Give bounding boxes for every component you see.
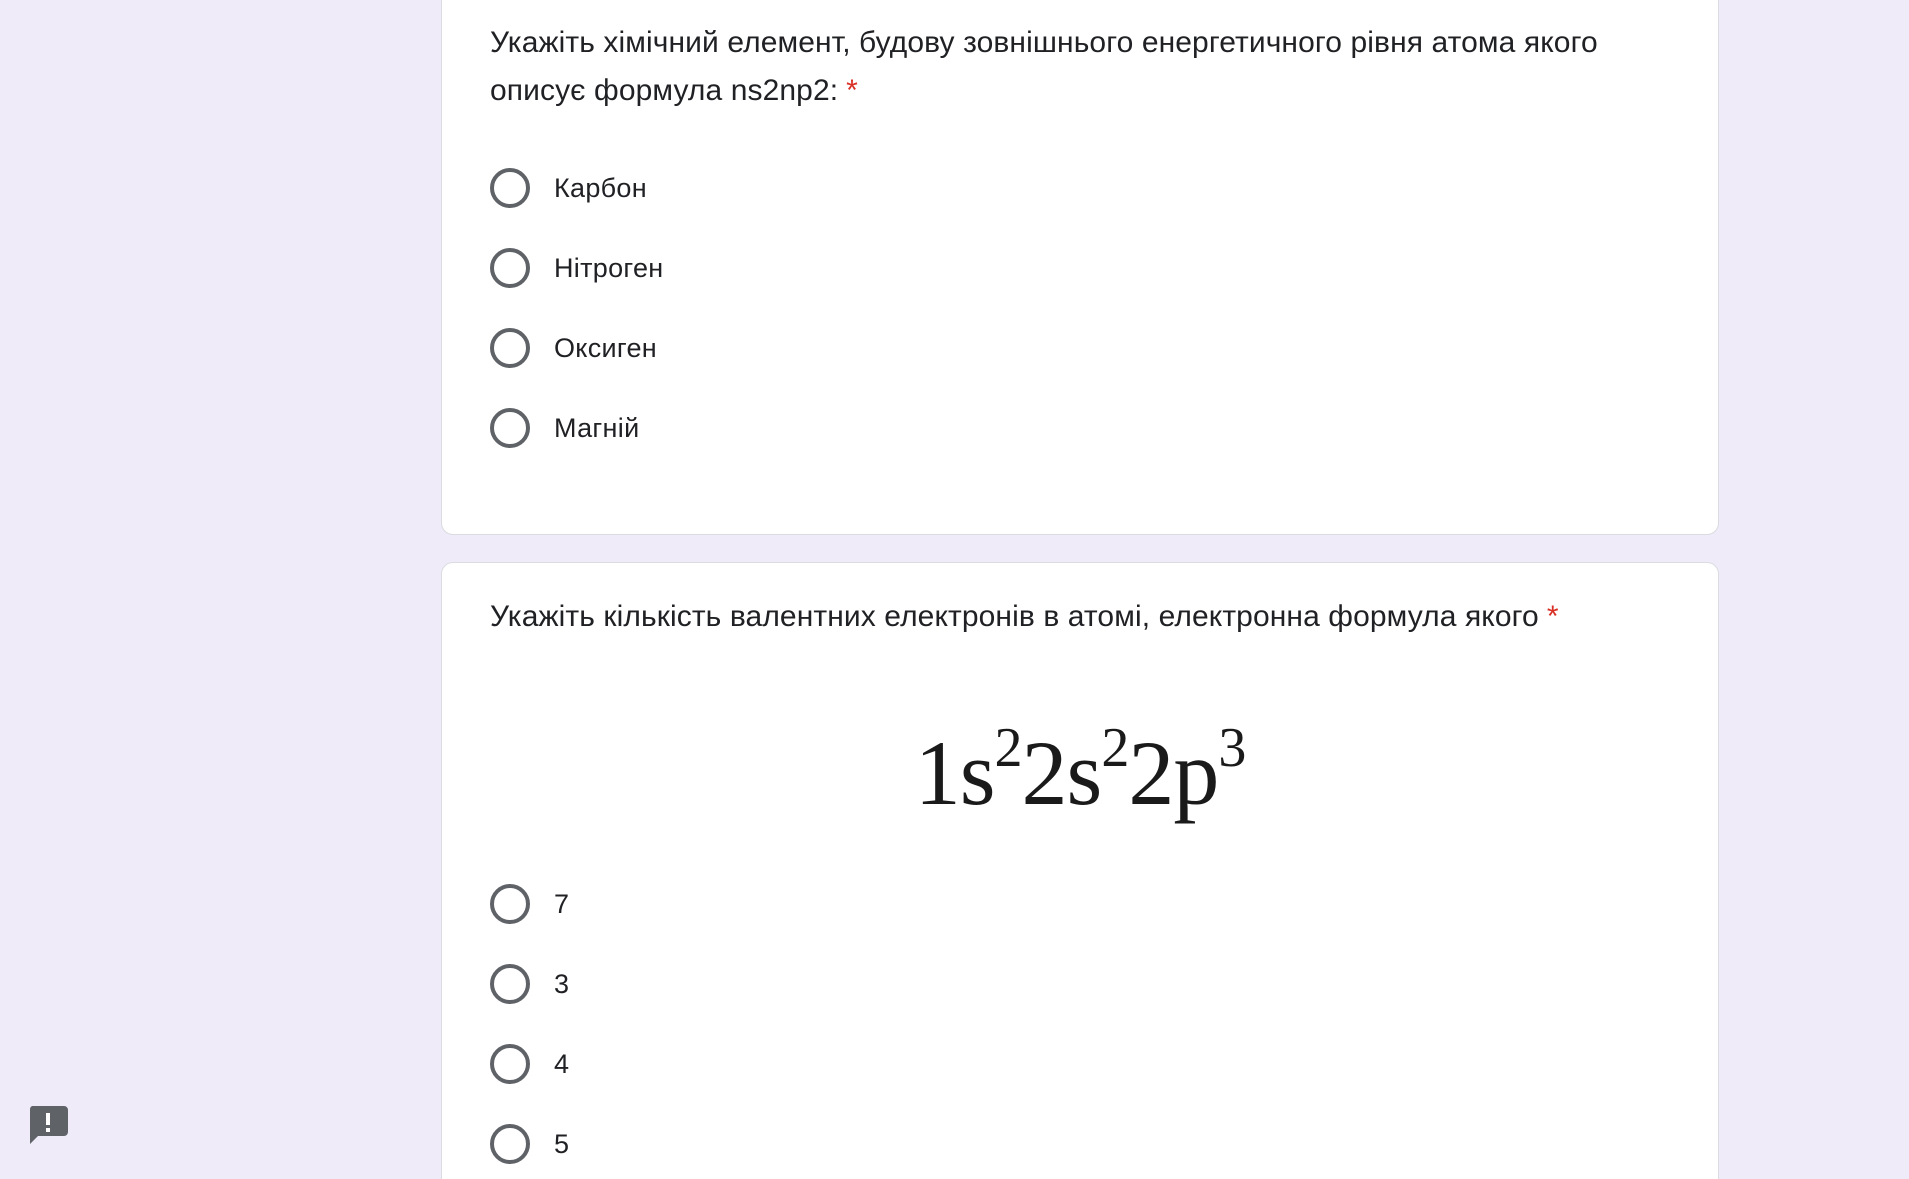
option-label: Карбон: [554, 172, 647, 203]
radio-button[interactable]: [490, 248, 530, 288]
option-label: 7: [554, 888, 570, 919]
option-label: 4: [554, 1048, 570, 1079]
radio-option-karbon[interactable]: Карбон: [490, 166, 647, 210]
radio-button[interactable]: [490, 884, 530, 924]
radio-button[interactable]: [490, 1044, 530, 1084]
radio-button[interactable]: [490, 328, 530, 368]
question-title-text: Укажіть хімічний елемент, будову зовнішн…: [490, 26, 1598, 107]
formula-term: 2s2: [1021, 717, 1130, 824]
required-marker: *: [1546, 600, 1559, 633]
question-title: Укажіть кількість валентних електронів в…: [490, 593, 1670, 641]
radio-option-5[interactable]: 5: [490, 1122, 569, 1166]
option-label: Оксиген: [554, 332, 657, 363]
question-title: Укажіть хімічний елемент, будову зовнішн…: [490, 19, 1670, 115]
option-label: Нітроген: [554, 252, 664, 283]
radio-option-nitrohen[interactable]: Нітроген: [490, 246, 663, 290]
question-title-text: Укажіть кількість валентних електронів в…: [490, 600, 1539, 633]
radio-button[interactable]: [490, 1124, 530, 1164]
required-marker: *: [846, 74, 858, 107]
question-card-1: Укажіть хімічний елемент, будову зовнішн…: [441, 0, 1719, 535]
radio-option-mahnii[interactable]: Магній: [490, 406, 639, 450]
radio-button[interactable]: [490, 964, 530, 1004]
radio-option-4[interactable]: 4: [490, 1042, 569, 1086]
form-page: Укажіть хімічний елемент, будову зовнішн…: [0, 0, 1909, 1179]
option-label: Магній: [554, 412, 640, 443]
radio-button[interactable]: [490, 408, 530, 448]
formula-term: 1s2: [914, 717, 1023, 824]
electron-formula-image: 1s22s22p3: [442, 718, 1718, 828]
report-issue-icon[interactable]: [27, 1103, 69, 1145]
radio-option-oksyhen[interactable]: Оксиген: [490, 326, 657, 370]
radio-option-3[interactable]: 3: [490, 962, 569, 1006]
radio-button[interactable]: [490, 168, 530, 208]
formula-term: 2p3: [1128, 717, 1246, 824]
question-card-2: Укажіть кількість валентних електронів в…: [441, 562, 1719, 1179]
option-label: 5: [554, 1128, 570, 1159]
option-label: 3: [554, 968, 570, 999]
radio-option-7[interactable]: 7: [490, 882, 569, 926]
